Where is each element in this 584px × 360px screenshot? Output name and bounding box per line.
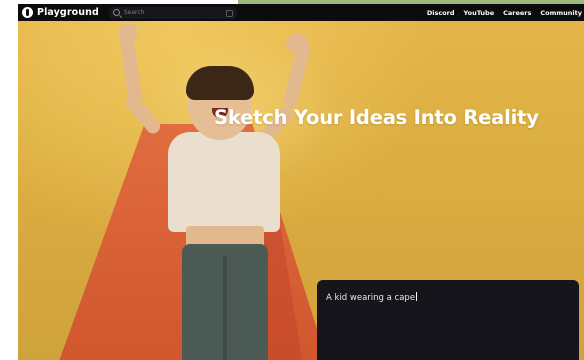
shirt [168,132,280,232]
left-hand [118,24,138,42]
nav-link-careers[interactable]: Careers [503,9,531,17]
nav-links: Discord YouTube Careers Community [427,9,584,17]
kid-hair [186,66,254,100]
playground-logo-icon [22,7,33,18]
hero-title: Sketch Your Ideas Into Reality [214,106,539,129]
search-icon [112,9,120,16]
prompt-text-value: A kid wearing a cape [326,293,416,303]
pants-seam [223,256,227,360]
search-input[interactable] [123,9,219,16]
right-hand [286,34,308,52]
prompt-panel[interactable]: A kid wearing a cape [317,280,579,360]
left-gutter [0,0,18,360]
nav-link-community[interactable]: Community [540,9,582,17]
top-navbar: Playground Discord YouTube Careers Commu… [18,4,584,21]
search-bar[interactable] [108,6,237,19]
playground-page: Playground Discord YouTube Careers Commu… [18,4,584,360]
nav-link-youtube[interactable]: YouTube [464,9,495,17]
left-arm-upper [119,33,143,105]
nav-link-discord[interactable]: Discord [427,9,455,17]
text-caret [416,292,418,301]
prompt-input[interactable]: A kid wearing a cape [326,292,418,303]
brand-name: Playground [37,7,99,18]
keyboard-shortcut-icon [225,9,233,17]
playground-logo[interactable]: Playground [22,7,99,18]
